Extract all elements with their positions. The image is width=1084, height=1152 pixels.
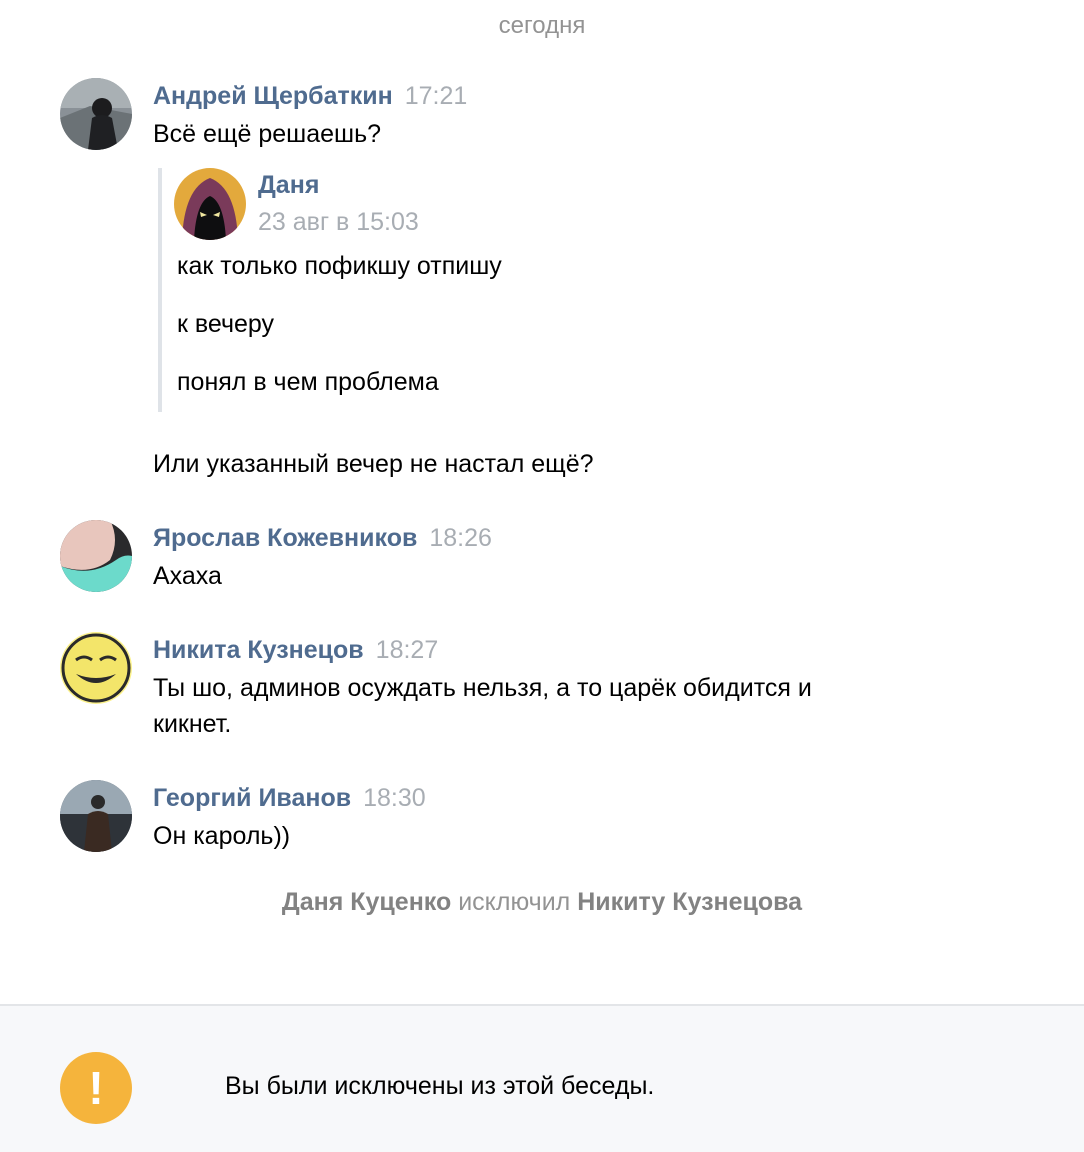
service-action: исключил xyxy=(458,888,571,916)
message-text: Всё ещё решаешь? xyxy=(153,120,382,148)
service-message: Даня Куценко исключил Никиту Кузнецова xyxy=(0,888,1084,917)
forwarded-line: к вечеру xyxy=(177,310,275,338)
message-time[interactable]: 18:27 xyxy=(376,636,439,664)
message-header: Андрей Щербаткин 17:21 xyxy=(153,82,467,111)
message-time[interactable]: 18:26 xyxy=(429,524,492,552)
message-text: Ахаха xyxy=(153,562,222,590)
message-text-line: Ты шо, админов осуждать нельзя, а то цар… xyxy=(153,674,812,702)
forwarded-author[interactable]: Даня xyxy=(258,171,319,200)
message-header: Георгий Иванов 18:30 xyxy=(153,784,426,813)
message-time[interactable]: 18:30 xyxy=(363,784,426,812)
message-header: Ярослав Кожевников 18:26 xyxy=(153,524,492,553)
forwarded-line: понял в чем проблема xyxy=(177,368,439,396)
service-actor[interactable]: Даня Куценко xyxy=(282,888,451,916)
avatar[interactable] xyxy=(60,78,132,150)
footer-banner: ! Вы были исключены из этой беседы. xyxy=(0,1004,1084,1152)
avatar[interactable] xyxy=(60,632,132,704)
avatar[interactable] xyxy=(174,168,246,240)
forwarded-message[interactable]: Даня 23 авг в 15:03 как только пофикшу о… xyxy=(158,168,762,412)
author-name[interactable]: Георгий Иванов xyxy=(153,784,351,812)
date-separator: сегодня xyxy=(498,12,586,39)
avatar[interactable] xyxy=(60,780,132,852)
footer-text: Вы были исключены из этой беседы. xyxy=(225,1072,655,1100)
exclamation-icon: ! xyxy=(60,1052,132,1124)
avatar[interactable] xyxy=(60,520,132,592)
author-name[interactable]: Ярослав Кожевников xyxy=(153,524,417,552)
author-name[interactable]: Андрей Щербаткин xyxy=(153,82,393,110)
forwarded-line: как только пофикшу отпишу xyxy=(177,252,502,280)
author-name[interactable]: Никита Кузнецов xyxy=(153,636,364,664)
forwarded-date: 23 авг в 15:03 xyxy=(258,208,419,236)
message-header: Никита Кузнецов 18:27 xyxy=(153,636,438,665)
message-text: Он кароль)) xyxy=(153,822,291,850)
message-text-line: кикнет. xyxy=(153,710,232,738)
message-text: Или указанный вечер не настал ещё? xyxy=(153,450,594,478)
message-time[interactable]: 17:21 xyxy=(405,82,468,110)
service-target[interactable]: Никиту Кузнецова xyxy=(577,888,802,916)
chat-page: сегодня Андрей Щербаткин 17:21 Всё ещё ре… xyxy=(0,0,1084,1152)
